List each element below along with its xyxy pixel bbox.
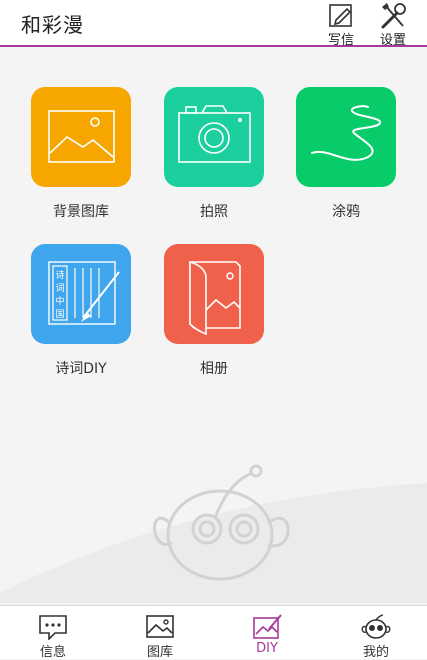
tile-label-photo-album: 相册: [200, 361, 228, 377]
tile-photo-album[interactable]: [164, 244, 264, 344]
tab-messages[interactable]: 信息: [13, 606, 93, 660]
write-message-button[interactable]: 写信: [317, 0, 365, 48]
tile-label-doodle: 涂鸦: [332, 204, 360, 220]
app-header: 和彩漫 写信 设置: [0, 0, 427, 48]
settings-label: 设置: [379, 33, 406, 48]
mascot-watermark: [0, 464, 427, 603]
tile-label-poem-diy: 诗词DIY: [55, 361, 107, 377]
camera-icon: [178, 105, 251, 163]
tile-background-gallery[interactable]: [31, 87, 131, 187]
mascot-icon: [361, 614, 391, 639]
write-label: 写信: [327, 33, 354, 48]
tile-label-background-gallery: 背景图库: [53, 204, 109, 220]
tile-label-camera: 拍照: [200, 204, 228, 220]
tools-icon: [381, 3, 406, 29]
poem-char-3: 中: [55, 295, 64, 307]
app-title: 和彩漫: [21, 13, 84, 37]
squiggle-icon: [311, 105, 381, 161]
tab-me[interactable]: 我的: [336, 606, 416, 660]
tab-label-diy: DIY: [256, 641, 278, 656]
tile-poem-diy[interactable]: 诗 词 中 国: [31, 244, 131, 344]
poem-char-1: 诗: [55, 270, 64, 281]
photo-album-icon: [189, 260, 241, 336]
tab-gallery[interactable]: 图库: [120, 606, 200, 660]
poem-char-4: 国: [55, 309, 64, 320]
poem-char-2: 词: [55, 283, 64, 294]
tile-camera[interactable]: [164, 87, 264, 187]
tab-label-gallery: 图库: [146, 645, 173, 660]
picture-icon: [48, 110, 115, 163]
poem-scroll-icon: 诗 词 中 国: [48, 261, 120, 325]
bottom-tab-bar: 信息 图库 DIY 我的: [0, 605, 427, 660]
draw-icon: [253, 614, 282, 639]
gallery-icon: [146, 615, 174, 638]
tab-diy[interactable]: DIY: [227, 606, 307, 660]
tab-label-messages: 信息: [39, 645, 66, 660]
chat-bubble-icon: [39, 615, 67, 640]
tile-doodle[interactable]: [296, 87, 396, 187]
tab-label-me: 我的: [362, 645, 389, 660]
pencil-square-icon: [329, 4, 352, 27]
settings-button[interactable]: 设置: [369, 0, 417, 48]
